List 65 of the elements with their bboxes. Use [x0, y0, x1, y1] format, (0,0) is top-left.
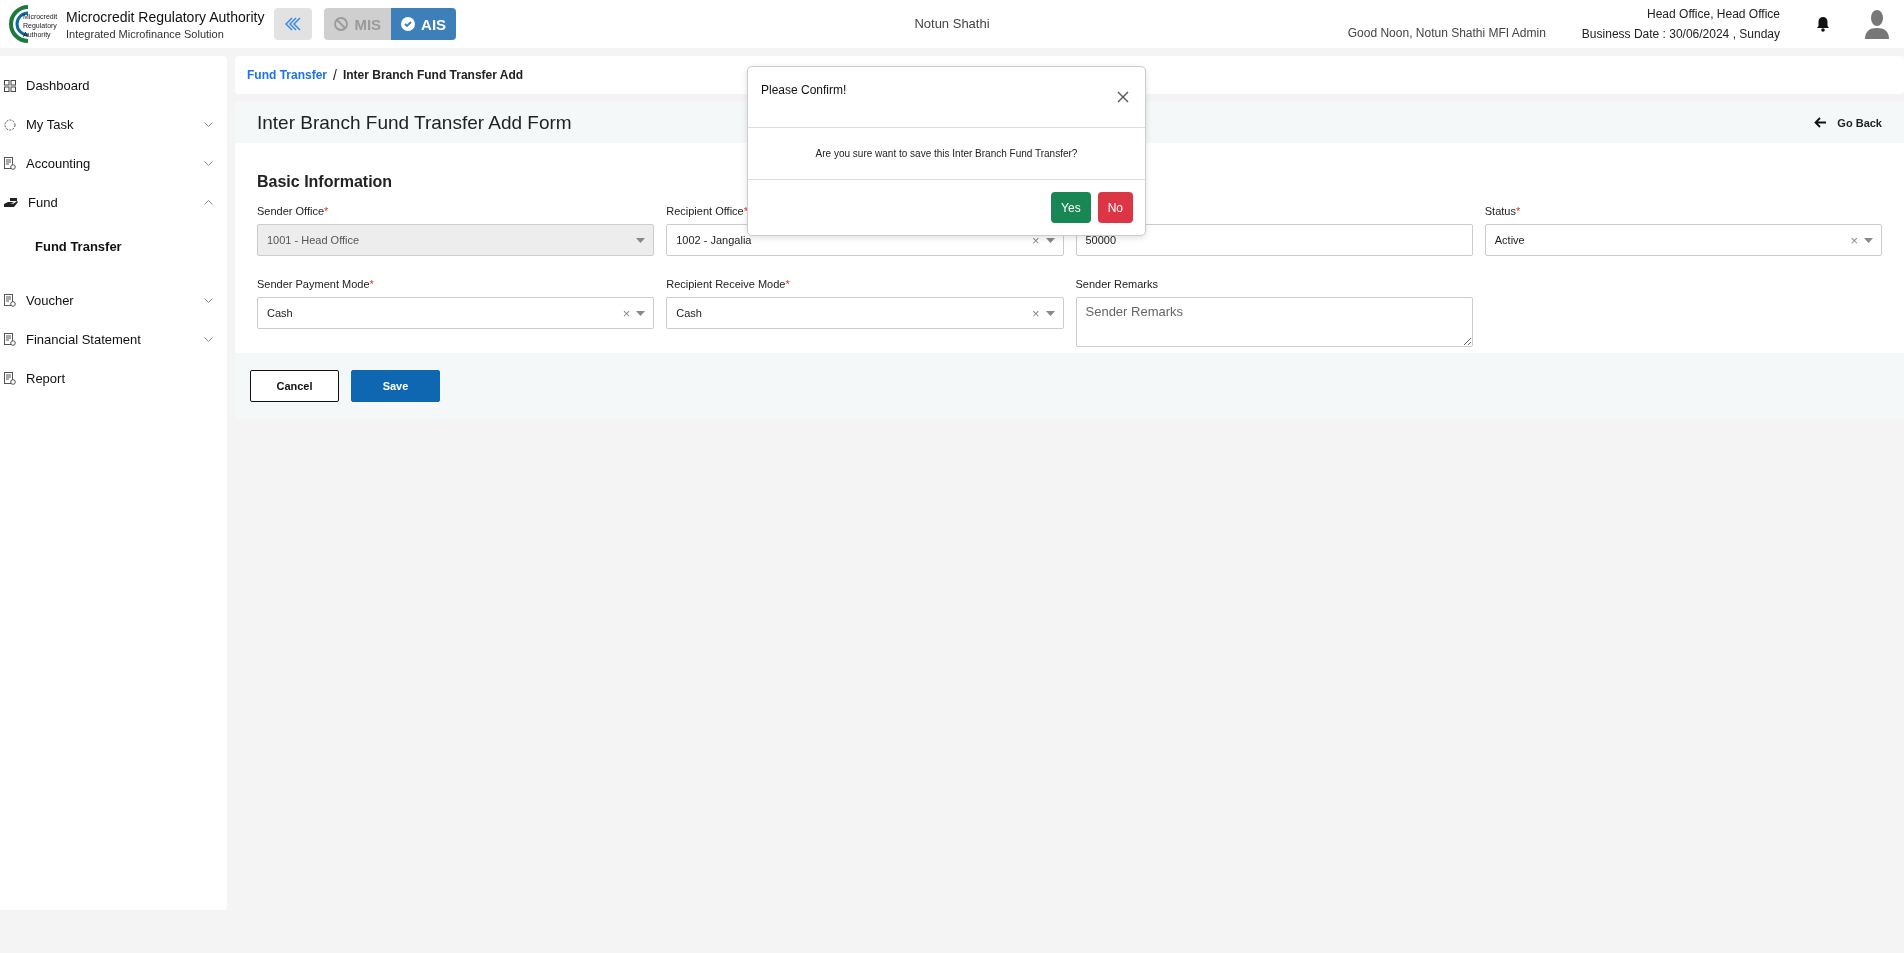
- organization-name: Notun Shathi: [914, 16, 990, 31]
- dialog-title: Please Confirm!: [761, 83, 847, 97]
- chevron-icon: [204, 337, 213, 342]
- breadcrumb-link[interactable]: Fund Transfer: [247, 68, 327, 82]
- breadcrumb-separator: /: [333, 67, 337, 83]
- loading-circle-icon: [4, 118, 16, 131]
- document-icon: [4, 157, 16, 170]
- greeting: Good Noon, Notun Shathi MFI Admin: [1347, 26, 1546, 40]
- collapse-sidebar-button[interactable]: [274, 8, 313, 40]
- dialog-message: Are you sure want to save this Inter Branch Fund Transfer?: [748, 128, 1145, 180]
- caret-icon: [636, 310, 646, 316]
- select-field[interactable]: Active ×: [1484, 224, 1882, 256]
- section-title: Basic Information: [257, 173, 394, 191]
- sidebar-item[interactable]: Fund: [0, 183, 227, 222]
- grid-icon: [4, 79, 16, 92]
- clear-button[interactable]: ×: [1025, 305, 1046, 321]
- sidebar-subitem[interactable]: Fund Transfer: [0, 222, 227, 271]
- bell-icon[interactable]: [1816, 16, 1830, 32]
- arrow-left-icon: [1814, 117, 1828, 128]
- office-name: Head Office, Head Office: [1647, 7, 1780, 21]
- document-icon: [4, 333, 16, 346]
- select-field[interactable]: Cash ×: [666, 297, 1064, 329]
- chevron-icon: [204, 200, 213, 205]
- mode-toggle[interactable]: AIS: [391, 8, 457, 40]
- input-field[interactable]: 50000: [1075, 224, 1473, 256]
- business-date: Business Date : 30/06/2024 , Sunday: [1581, 27, 1780, 41]
- check-circle-icon: [401, 17, 416, 31]
- double-chevron-left-icon: [284, 17, 303, 31]
- breadcrumb-current: Inter Branch Fund Transfer Add: [342, 68, 524, 82]
- caret-icon: [1045, 310, 1055, 316]
- chevron-icon: [204, 122, 213, 127]
- user-avatar-icon[interactable]: [1864, 9, 1890, 39]
- prohibited-icon: [334, 17, 349, 31]
- chevron-icon: [204, 161, 213, 166]
- clear-button[interactable]: ×: [1844, 232, 1864, 248]
- field-label: Status*: [1484, 205, 1522, 218]
- sidebar-item[interactable]: Voucher: [0, 281, 227, 320]
- caret-icon: [1864, 237, 1873, 243]
- chevron-icon: [204, 298, 213, 303]
- sidebar-item[interactable]: Dashboard: [0, 66, 227, 105]
- brand-subtitle: Integrated Microfinance Solution: [66, 27, 225, 40]
- cancel-button[interactable]: Cancel: [250, 370, 339, 402]
- save-button[interactable]: Save: [351, 370, 440, 402]
- field-label: Sender Office*: [257, 205, 330, 218]
- brand-title: Microcredit Regulatory Authority: [66, 8, 265, 25]
- hand-money-icon: [4, 197, 18, 208]
- text-area[interactable]: Sender Remarks: [1075, 297, 1473, 347]
- clear-button[interactable]: ×: [616, 305, 637, 321]
- sidebar-item[interactable]: Accounting: [0, 144, 227, 183]
- select-field[interactable]: Cash ×: [257, 297, 655, 329]
- field-label: Sender Remarks: [1075, 278, 1160, 291]
- close-icon: [1117, 91, 1129, 103]
- caret-icon: [636, 237, 646, 243]
- sidebar-item[interactable]: Financial Statement: [0, 320, 227, 359]
- form-title: Inter Branch Fund Transfer Add Form: [257, 111, 573, 134]
- clear-button[interactable]: ×: [1025, 232, 1046, 248]
- yes-button[interactable]: Yes: [1051, 192, 1091, 223]
- field-label: Recipient Receive Mode*: [666, 278, 791, 291]
- document-icon: [4, 372, 16, 385]
- sidebar-item[interactable]: Report: [0, 359, 227, 398]
- go-back-link[interactable]: Go Back: [1814, 116, 1882, 129]
- document-icon: [4, 294, 16, 307]
- no-button[interactable]: No: [1097, 192, 1133, 223]
- sidebar-item[interactable]: My Task: [0, 105, 227, 144]
- field-label: Sender Payment Mode*: [257, 278, 375, 291]
